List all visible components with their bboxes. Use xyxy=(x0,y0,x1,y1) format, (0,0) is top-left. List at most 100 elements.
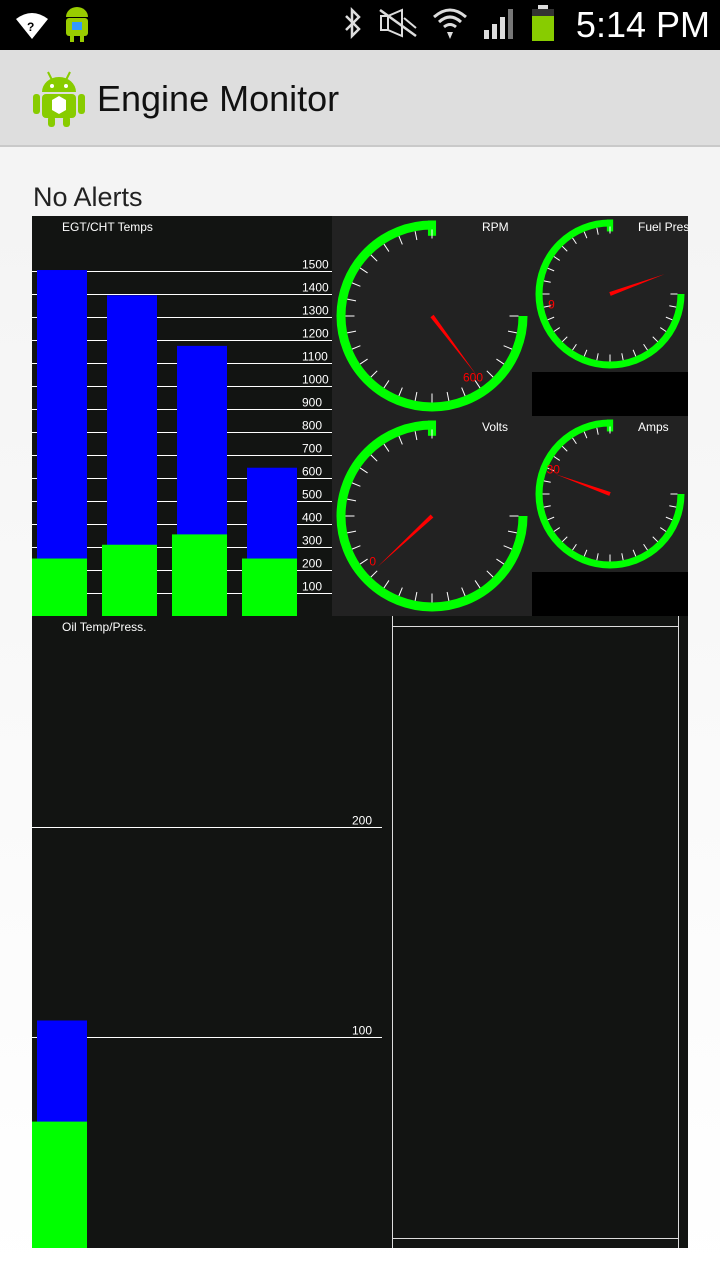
gauge-tick xyxy=(553,327,561,332)
amps-gauge-svg: 30 xyxy=(535,419,685,569)
cht-bar xyxy=(102,544,157,616)
volts-gauge-label: Volts xyxy=(482,420,509,434)
gauge-tick xyxy=(503,545,513,550)
gauge-tick xyxy=(572,543,577,551)
gauge-tick xyxy=(596,353,599,361)
gauge-tick xyxy=(398,587,403,597)
gauge-tick xyxy=(507,530,517,534)
clock: 5:14 PM xyxy=(575,4,710,45)
gauge-needle xyxy=(609,274,665,296)
gauge-tick xyxy=(583,431,588,439)
gauge-tick xyxy=(347,498,357,502)
gauge-tick xyxy=(503,345,513,350)
mute-icon xyxy=(378,7,418,43)
egt-cht-title: EGT/CHT Temps xyxy=(62,220,153,234)
gauge-tick xyxy=(370,570,378,578)
gauge-tick xyxy=(643,343,648,351)
trend-panel-frame xyxy=(392,616,679,1248)
y-tick-label: 600 xyxy=(302,465,322,479)
gauge-needle xyxy=(377,514,434,567)
gauge-tick xyxy=(561,536,568,543)
gauge-needle xyxy=(430,314,477,376)
gauge-tick xyxy=(359,558,368,565)
gauge-tick xyxy=(543,280,551,283)
fuel-pressure-gauge-label: Fuel Pres xyxy=(638,220,688,234)
gauge-tick xyxy=(474,580,481,589)
gauge-tick xyxy=(370,370,378,378)
y-tick-label: 100 xyxy=(352,1024,372,1038)
oil-temp-press-title: Oil Temp/Press. xyxy=(62,620,147,634)
gauge-tick xyxy=(486,370,494,378)
gauge-tick xyxy=(665,316,673,321)
gauge-tick xyxy=(486,570,494,578)
y-tick-label: 1500 xyxy=(302,258,329,272)
y-tick-label: 300 xyxy=(302,534,322,548)
wifi-icon xyxy=(432,5,468,46)
gauge-tick xyxy=(383,580,390,589)
gauge-tick xyxy=(669,305,677,308)
gauge-tick xyxy=(543,505,551,508)
gauge-tick xyxy=(659,527,667,532)
fuel-pressure-gauge-svg: 9 xyxy=(535,219,685,369)
gauge-tick xyxy=(553,256,561,261)
gauge-tick xyxy=(398,387,403,397)
gauge-tick xyxy=(596,553,599,561)
gauge-tick xyxy=(414,231,418,241)
amps-gauge-label: Amps xyxy=(638,420,669,434)
oil-temp-press-svg: 100 200 xyxy=(32,814,382,1248)
y-tick-label: 1200 xyxy=(302,327,329,341)
gauge-tick xyxy=(547,316,555,321)
gauge-tick xyxy=(351,282,361,287)
y-tick-label: 200 xyxy=(352,814,372,828)
gauge-tick xyxy=(596,427,599,435)
gauge-tick xyxy=(496,558,505,565)
fuel-pressure-gauge: 9 Fuel Pres xyxy=(532,216,688,372)
gauge-tick xyxy=(461,387,466,397)
android-debug-icon xyxy=(60,6,94,49)
rpm-gauge-svg: 600 xyxy=(336,220,528,412)
gauge-tick xyxy=(370,454,378,462)
gauge-tick xyxy=(414,431,418,441)
gauge-tick xyxy=(561,245,568,252)
gauge-tick xyxy=(543,480,551,483)
gauge-value: 0 xyxy=(369,555,376,569)
cht-bar xyxy=(32,558,87,616)
gauge-tick xyxy=(414,391,418,401)
gauge-tick xyxy=(398,235,403,245)
gauge-tick xyxy=(561,336,568,343)
gauge-tick xyxy=(383,380,390,389)
y-tick-label: 500 xyxy=(302,488,322,502)
gauge-tick xyxy=(383,243,390,252)
svg-text:?: ? xyxy=(27,20,34,34)
gauge-tick xyxy=(347,530,357,534)
gauge-tick xyxy=(446,591,450,601)
y-tick-label: 1400 xyxy=(302,281,329,295)
gauge-tick xyxy=(359,358,368,365)
cht-bar xyxy=(32,1121,87,1248)
gauge-tick xyxy=(632,349,637,357)
gauge-value: 600 xyxy=(463,371,483,385)
gauge-tick xyxy=(347,298,357,302)
gauge-tick xyxy=(621,553,624,561)
gauge-value: 30 xyxy=(547,462,561,476)
app-title: Engine Monitor xyxy=(97,78,340,119)
gauge-tick xyxy=(553,527,561,532)
y-tick-label: 700 xyxy=(302,442,322,456)
cht-bar xyxy=(242,558,297,616)
alert-status: No Alerts xyxy=(33,182,143,212)
trend-panel xyxy=(392,616,688,1248)
gauge-tick xyxy=(643,543,648,551)
gauge-tick xyxy=(547,267,555,272)
bluetooth-icon xyxy=(342,6,364,44)
rpm-gauge: 600 RPM xyxy=(332,216,532,416)
gauge-tick xyxy=(359,467,368,474)
gauge-tick xyxy=(596,227,599,235)
amps-gauge-filler xyxy=(532,572,688,616)
gauge-tick xyxy=(665,516,673,521)
egt-cht-svg: 100 200 300 400 500 600 700 800 900 1000 1100 1200 1… xyxy=(32,258,332,616)
gauge-tick xyxy=(669,505,677,508)
gauge-tick xyxy=(583,231,588,239)
cht-bar xyxy=(172,534,227,616)
oil-temp-press-chart: 100 200 Oil Temp/Press. xyxy=(32,616,392,1248)
gauge-tick xyxy=(621,353,624,361)
